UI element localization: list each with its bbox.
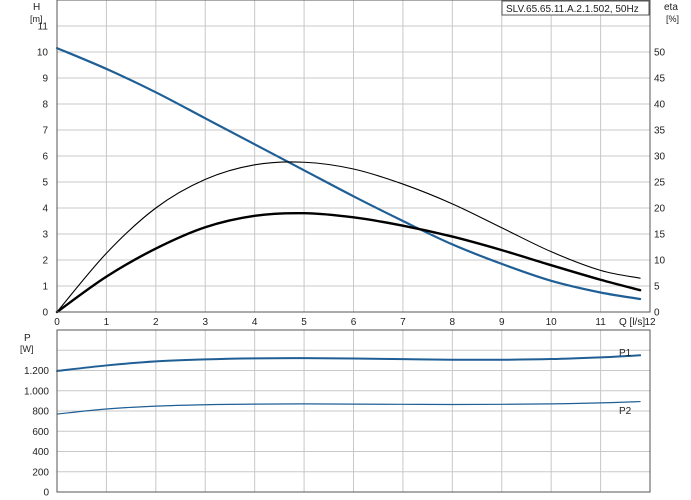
x-tick-label: 8: [450, 317, 456, 328]
y2-axis-unit: [%]: [666, 14, 679, 24]
power-curve-p2: [56, 400, 641, 415]
y-tick-label: 10: [37, 48, 49, 59]
y2-tick-label: 15: [654, 230, 666, 241]
bottom-tick-labels: 0 200 400 600 800 1.000 1.200: [24, 366, 49, 499]
x-tick-label: 1: [104, 317, 110, 328]
power-tick-label: 800: [32, 407, 49, 418]
y-tick-label: 2: [42, 256, 48, 267]
x-tick-label: 6: [351, 317, 357, 328]
x-axis-label: Q [l/s]: [619, 317, 645, 328]
y-axis-label: H: [33, 2, 40, 13]
power-tick-label: 600: [32, 427, 49, 438]
efficiency-curve: [56, 161, 641, 313]
y-tick-label: 8: [42, 100, 48, 111]
y2-axis-label: eta: [664, 2, 678, 13]
y-tick-label: 4: [42, 204, 48, 215]
y2-tick-label: 10: [654, 256, 666, 267]
power-tick-label: 400: [32, 447, 49, 458]
top-grid: [57, 0, 651, 312]
x-tick-label: 7: [400, 317, 406, 328]
power-tick-label: 0: [43, 488, 49, 499]
y2-tick-label: 20: [654, 204, 666, 215]
y-tick-label: 6: [42, 152, 48, 163]
x-tick-label: 2: [153, 317, 159, 328]
power-tick-label: 200: [32, 467, 49, 478]
y2-tick-label: 30: [654, 152, 666, 163]
x-tick-label: 3: [202, 317, 208, 328]
y-tick-label: 3: [42, 230, 48, 241]
y-axis-unit: [m]: [30, 14, 43, 24]
power-axis-unit: [W]: [20, 344, 34, 354]
bottom-grid: [57, 330, 651, 492]
y-tick-label: 5: [42, 178, 48, 189]
y-tick-label: 0: [42, 308, 48, 319]
y2-tick-label: 0: [654, 308, 660, 319]
y2-tick-label: 35: [654, 126, 666, 137]
y-tick-label: 9: [42, 74, 48, 85]
y2-tick-label: 40: [654, 100, 666, 111]
pump-curve-chart: 0 1 2 3 4 5 6 7 8 9 10 11 12012345678910110510152025…: [20, 0, 679, 499]
top-series: [55, 47, 642, 314]
power-curve-p1: [56, 354, 642, 373]
power-tick-label: 1.000: [24, 386, 49, 397]
chart-title: SLV.65.65.11.A.2.1.502, 50Hz: [506, 4, 639, 15]
y-tick-label: 7: [42, 126, 48, 137]
series-label-p1: P1: [619, 348, 632, 359]
series-label-p2: P2: [619, 406, 632, 417]
x-tick-label: 9: [499, 317, 505, 328]
x-tick-label: 5: [301, 317, 307, 328]
top-tick-labels: 0 1 2 3 4 5 6 7 8 9 10 11 12012345678910110510152025…: [37, 22, 666, 329]
y-tick-label: 1: [42, 282, 48, 293]
bottom-series: [56, 354, 642, 415]
y2-tick-label: 50: [654, 48, 666, 59]
x-tick-label: 0: [54, 317, 60, 328]
power-tick-label: 1.200: [24, 366, 49, 377]
x-tick-label: 11: [595, 317, 606, 328]
power-axis-label: P: [24, 333, 31, 344]
y2-tick-label: 25: [654, 178, 666, 189]
x-tick-label: 10: [546, 317, 558, 328]
x-tick-label: 12: [644, 317, 656, 328]
head-curve: [55, 47, 642, 301]
y2-tick-label: 45: [654, 74, 666, 85]
y2-tick-label: 5: [654, 282, 660, 293]
efficiency-curve-bold: [55, 211, 642, 314]
x-tick-label: 4: [252, 317, 258, 328]
